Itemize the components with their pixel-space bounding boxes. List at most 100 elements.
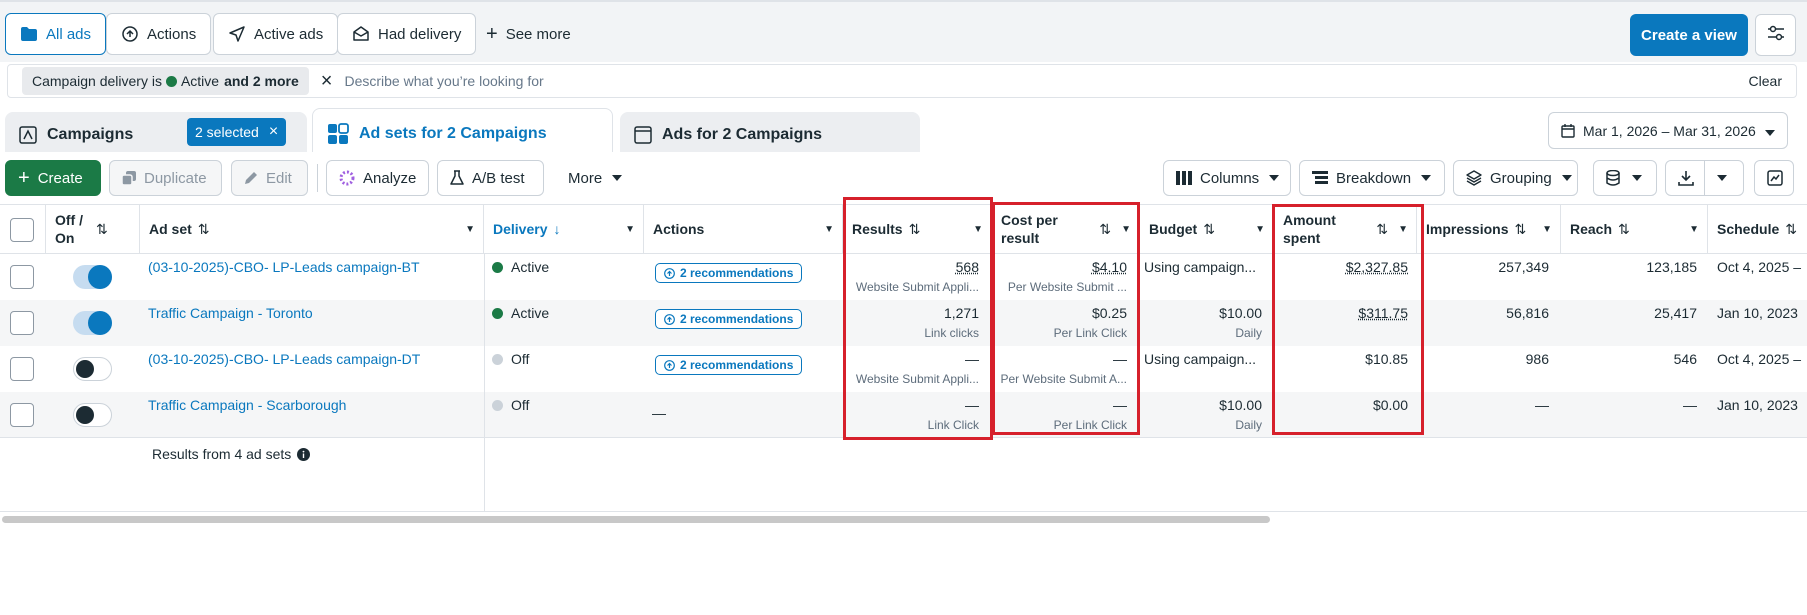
- column-menu-icon[interactable]: ▼: [1689, 224, 1699, 235]
- columns-icon: [1176, 171, 1192, 185]
- col-delivery-label: Delivery: [493, 221, 548, 237]
- chip-label: Active ads: [254, 25, 324, 43]
- export-button[interactable]: [1665, 160, 1705, 196]
- create-label: Create: [37, 169, 83, 187]
- col-delivery[interactable]: Delivery ↓ ▼: [484, 204, 644, 254]
- row-toggle[interactable]: [73, 357, 112, 381]
- breakdown-button[interactable]: Breakdown: [1299, 160, 1445, 196]
- reports-button[interactable]: [1754, 160, 1794, 196]
- tab-ad-sets[interactable]: Ad sets for 2 Campaigns: [312, 108, 613, 158]
- ad-set-name-link[interactable]: Traffic Campaign - Scarborough: [148, 397, 346, 413]
- column-menu-icon[interactable]: ▼: [1542, 224, 1552, 235]
- view-settings-button[interactable]: [1755, 14, 1796, 56]
- column-menu-icon[interactable]: ▼: [465, 224, 475, 235]
- col-actions[interactable]: Actions ▼: [644, 204, 843, 254]
- recommendations-label: 2 recommendations: [680, 266, 794, 280]
- ad-set-name-link[interactable]: Traffic Campaign - Toronto: [148, 305, 313, 321]
- chip-all-ads[interactable]: All ads: [5, 13, 107, 55]
- filter-search-input[interactable]: Describe what you’re looking for: [344, 73, 543, 89]
- database-icon: [1606, 170, 1620, 186]
- send-icon: [228, 25, 246, 43]
- create-view-button[interactable]: Create a view: [1630, 14, 1748, 56]
- chip-active-ads[interactable]: Active ads: [213, 13, 339, 55]
- results-summary-label: Results from 4 ad sets: [152, 446, 292, 462]
- actions-icon: [121, 25, 139, 43]
- database-menu-button[interactable]: [1593, 160, 1657, 196]
- reach-value: 123,185: [1646, 259, 1697, 275]
- chip-had-delivery[interactable]: Had delivery: [337, 13, 477, 55]
- remove-filter-icon[interactable]: ×: [321, 71, 333, 91]
- status-dot: [492, 262, 503, 273]
- grouping-label: Grouping: [1490, 169, 1552, 187]
- see-more-button[interactable]: + See more: [486, 13, 571, 55]
- row-checkbox[interactable]: [10, 403, 34, 427]
- download-icon: [1678, 170, 1694, 186]
- duplicate-button[interactable]: Duplicate: [109, 160, 222, 196]
- recommendations-badge[interactable]: 2 recommendations: [655, 355, 803, 375]
- analyze-button[interactable]: Analyze: [326, 160, 429, 196]
- info-icon[interactable]: [297, 447, 311, 461]
- chip-actions[interactable]: Actions: [106, 13, 212, 55]
- row-checkbox[interactable]: [10, 265, 34, 289]
- date-range-picker[interactable]: Mar 1, 2026 – Mar 31, 2026: [1548, 112, 1788, 149]
- delivery-filter-pill[interactable]: Campaign delivery is Active and 2 more: [22, 67, 309, 95]
- filter-bar[interactable]: Campaign delivery is Active and 2 more ×…: [7, 64, 1797, 98]
- row-toggle[interactable]: [73, 311, 112, 335]
- clear-selection-icon[interactable]: ×: [269, 123, 278, 141]
- ad-set-name-link[interactable]: (03-10-2025)-CBO- LP-Leads campaign-DT: [148, 351, 420, 367]
- create-button[interactable]: + Create: [5, 160, 101, 196]
- column-menu-icon[interactable]: ▼: [1255, 224, 1265, 235]
- status-dot: [492, 400, 503, 411]
- col-schedule[interactable]: Schedule ⇅: [1708, 204, 1807, 254]
- edit-label: Edit: [266, 169, 292, 187]
- selected-badge[interactable]: 2 selected ×: [187, 118, 287, 146]
- column-menu-icon[interactable]: ▼: [824, 224, 834, 235]
- recommendations-badge[interactable]: 2 recommendations: [655, 309, 803, 329]
- reach-value: —: [1683, 397, 1697, 413]
- clear-filters-button[interactable]: Clear: [1749, 73, 1782, 89]
- toolbar: + Create Duplicate Edit Analyze A/B test…: [0, 152, 1807, 202]
- ab-test-button[interactable]: A/B test: [437, 160, 544, 196]
- budget-type: Daily: [1235, 326, 1262, 340]
- sparkle-icon: [339, 170, 355, 186]
- horizontal-scrollbar[interactable]: [2, 516, 1270, 523]
- ad-set-name-link[interactable]: (03-10-2025)-CBO- LP-Leads campaign-BT: [148, 259, 420, 275]
- schedule-value: Oct 4, 2025 –: [1717, 351, 1802, 367]
- col-off-on[interactable]: Off / On ⇅: [46, 204, 140, 254]
- sort-icon: ⇅: [1514, 220, 1527, 237]
- column-menu-icon[interactable]: ▼: [625, 224, 635, 235]
- more-button[interactable]: More: [556, 160, 628, 196]
- row-checkbox[interactable]: [10, 357, 34, 381]
- col-impressions[interactable]: Impressions ⇅ ▼: [1417, 204, 1561, 254]
- columns-button[interactable]: Columns: [1163, 160, 1291, 196]
- duplicate-icon: [122, 171, 136, 185]
- toggle-knob: [76, 360, 94, 378]
- row-toggle[interactable]: [73, 403, 112, 427]
- delivery-label: Active: [511, 259, 550, 275]
- highlight-amount-spent: [1272, 204, 1424, 435]
- col-off-on-label: Off / On: [55, 212, 83, 246]
- column-divider: [484, 254, 485, 512]
- chip-label: Had delivery: [378, 25, 462, 43]
- budget-value: Using campaign...: [1144, 351, 1257, 367]
- edit-button[interactable]: Edit: [231, 160, 308, 196]
- col-budget[interactable]: Budget ⇅ ▼: [1140, 204, 1274, 254]
- more-label: More: [568, 169, 603, 187]
- impressions-value: 986: [1525, 351, 1549, 367]
- sort-icon: ⇅: [197, 220, 210, 237]
- breakdown-label: Breakdown: [1336, 169, 1412, 187]
- row-toggle[interactable]: [73, 265, 112, 289]
- sort-icon: ⇅: [1785, 220, 1797, 237]
- export-menu-button[interactable]: [1704, 160, 1744, 196]
- selected-count: 2 selected: [195, 124, 259, 140]
- select-all-checkbox[interactable]: [10, 218, 34, 242]
- recommendations-badge[interactable]: 2 recommendations: [655, 263, 803, 283]
- tab-campaigns-label: Campaigns: [47, 126, 134, 143]
- row-checkbox[interactable]: [10, 311, 34, 335]
- col-ad-set[interactable]: Ad set ⇅ ▼: [140, 204, 484, 254]
- window-icon: [634, 126, 652, 144]
- grouping-button[interactable]: Grouping: [1453, 160, 1578, 196]
- results-summary: Results from 4 ad sets: [152, 446, 311, 462]
- col-reach[interactable]: Reach ⇅ ▼: [1561, 204, 1708, 254]
- toolbar-divider: [317, 164, 318, 192]
